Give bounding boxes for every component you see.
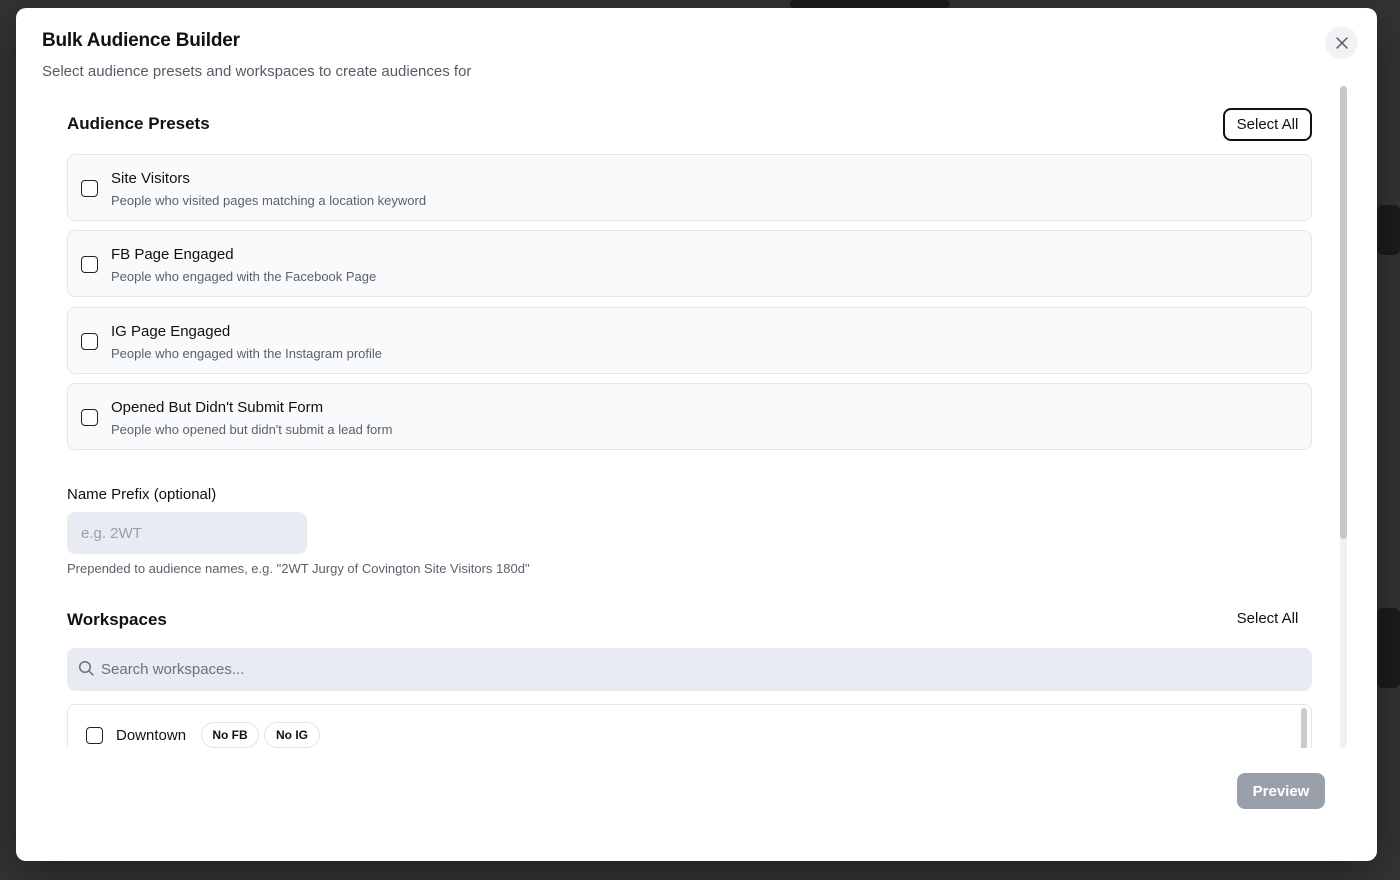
preset-name: Site Visitors — [111, 170, 190, 187]
workspaces-select-all-button[interactable]: Select All — [1223, 602, 1312, 635]
preset-checkbox[interactable] — [81, 256, 98, 273]
presets-select-all-button[interactable]: Select All — [1223, 108, 1312, 141]
background-element — [1377, 608, 1400, 688]
preset-checkbox[interactable] — [81, 180, 98, 197]
preset-description: People who visited pages matching a loca… — [111, 193, 427, 208]
preset-checkbox[interactable] — [81, 333, 98, 350]
preset-card-opened-not-submitted[interactable]: Opened But Didn't Submit Form People who… — [67, 383, 1312, 450]
background-element — [790, 0, 950, 8]
modal-scrollbar-thumb[interactable] — [1340, 86, 1347, 539]
modal-scroll-area[interactable]: Audience Presets Select All Site Visitor… — [16, 86, 1350, 748]
search-icon — [78, 660, 94, 676]
workspace-row-downtown[interactable]: Downtown No FB No IG — [68, 705, 1311, 748]
status-badge-no-fb: No FB — [201, 722, 259, 748]
preset-name: FB Page Engaged — [111, 246, 234, 263]
workspaces-title: Workspaces — [67, 610, 167, 629]
background-element — [1377, 205, 1400, 255]
preset-card-ig-page-engaged[interactable]: IG Page Engaged People who engaged with … — [67, 307, 1312, 374]
workspace-list[interactable]: Downtown No FB No IG — [67, 704, 1312, 748]
modal-subtitle: Select audience presets and workspaces t… — [42, 63, 472, 80]
workspace-search-input[interactable] — [101, 648, 1296, 691]
preset-card-fb-page-engaged[interactable]: FB Page Engaged People who engaged with … — [67, 230, 1312, 297]
workspace-name: Downtown — [116, 727, 187, 744]
name-prefix-input[interactable] — [67, 512, 307, 554]
close-button[interactable] — [1325, 26, 1358, 59]
status-badge-no-ig: No IG — [264, 722, 320, 748]
preset-name: Opened But Didn't Submit Form — [111, 399, 324, 416]
close-icon — [1335, 36, 1348, 49]
modal-scrollbar-track[interactable] — [1340, 86, 1347, 748]
preset-card-site-visitors[interactable]: Site Visitors People who visited pages m… — [67, 154, 1312, 221]
preview-button[interactable]: Preview — [1237, 773, 1325, 809]
preset-name: IG Page Engaged — [111, 323, 231, 340]
bulk-audience-builder-modal: Bulk Audience Builder Select audience pr… — [16, 8, 1377, 861]
modal-title: Bulk Audience Builder — [42, 30, 240, 51]
name-prefix-label: Name Prefix (optional) — [67, 486, 217, 503]
workspace-checkbox[interactable] — [86, 727, 103, 744]
preset-description: People who engaged with the Instagram pr… — [111, 346, 383, 361]
audience-presets-title: Audience Presets — [67, 114, 210, 133]
preset-description: People who engaged with the Facebook Pag… — [111, 269, 377, 284]
name-prefix-helper: Prepended to audience names, e.g. "2WT J… — [67, 561, 530, 576]
preset-description: People who opened but didn't submit a le… — [111, 422, 393, 437]
preset-checkbox[interactable] — [81, 409, 98, 426]
workspace-list-scrollbar[interactable] — [1301, 708, 1307, 748]
workspace-search-box — [67, 648, 1312, 691]
